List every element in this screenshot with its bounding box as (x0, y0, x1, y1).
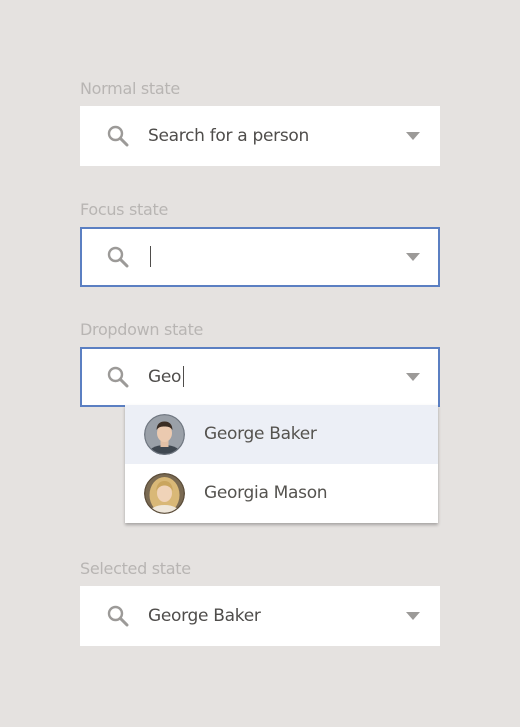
selected-state-label: Selected state (80, 559, 191, 578)
option-label: George Baker (204, 424, 317, 444)
dropdown-menu: George Baker Georgia Mason (125, 405, 438, 523)
person-search-selected[interactable]: George Baker (80, 586, 440, 646)
search-icon (107, 246, 129, 268)
person-search-dropdown[interactable]: Geo (80, 347, 440, 407)
dropdown-option[interactable]: Georgia Mason (125, 464, 438, 523)
chevron-down-icon[interactable] (406, 612, 420, 620)
search-icon (107, 366, 129, 388)
person-search-focus[interactable] (80, 227, 440, 287)
dropdown-state-label: Dropdown state (80, 320, 204, 339)
dropdown-option[interactable]: George Baker (125, 405, 438, 464)
search-input[interactable] (148, 229, 151, 285)
search-placeholder: Search for a person (148, 126, 309, 146)
option-label: Georgia Mason (204, 483, 328, 503)
normal-state-label: Normal state (80, 79, 180, 98)
selected-value: George Baker (148, 606, 261, 626)
male-avatar-icon (144, 414, 185, 455)
focus-state-label: Focus state (80, 200, 169, 219)
text-cursor (183, 365, 185, 387)
search-icon (107, 125, 129, 147)
chevron-down-icon[interactable] (406, 253, 420, 261)
chevron-down-icon[interactable] (406, 132, 420, 140)
search-icon (107, 605, 129, 627)
chevron-down-icon[interactable] (406, 373, 420, 381)
text-cursor (150, 245, 151, 267)
female-avatar-icon (144, 473, 185, 514)
person-search-normal[interactable]: Search for a person (80, 106, 440, 166)
search-input[interactable]: Geo (148, 349, 185, 405)
